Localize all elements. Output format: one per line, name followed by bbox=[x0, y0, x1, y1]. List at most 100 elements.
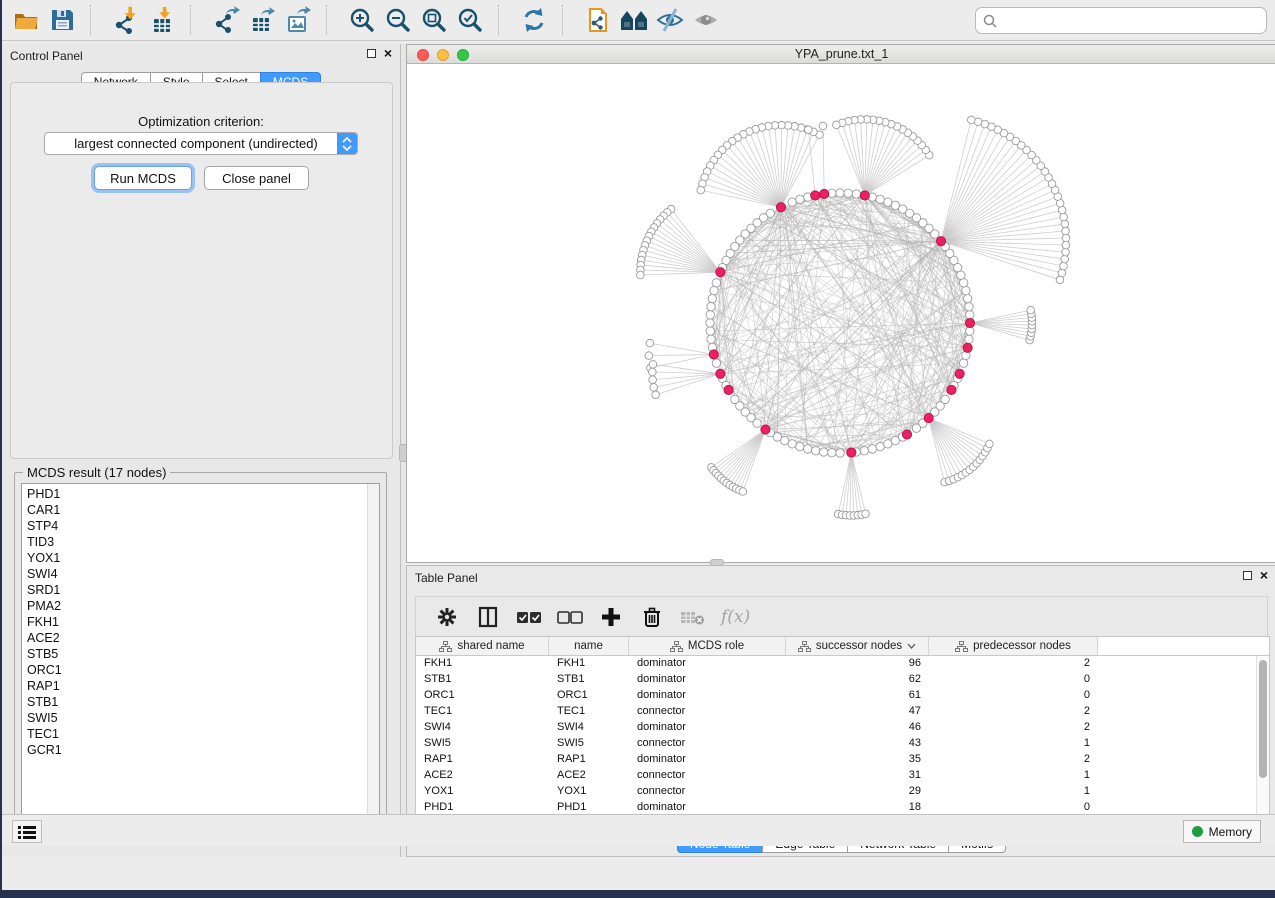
graph-node[interactable] bbox=[803, 445, 811, 453]
table-cell[interactable]: connector bbox=[629, 736, 786, 752]
export-table-icon[interactable] bbox=[244, 3, 280, 37]
graph-node[interactable] bbox=[844, 189, 852, 197]
graph-node[interactable] bbox=[941, 395, 949, 403]
table-scrollbar[interactable] bbox=[1256, 656, 1269, 827]
export-image-icon[interactable] bbox=[280, 3, 316, 37]
graph-hub-node[interactable] bbox=[820, 189, 829, 198]
graph-leaf-node[interactable] bbox=[833, 121, 841, 129]
window-zoom-icon[interactable] bbox=[457, 49, 469, 61]
mcds-result-item[interactable]: STB1 bbox=[22, 694, 367, 710]
table-cell[interactable]: 2 bbox=[929, 656, 1098, 672]
mcds-result-item[interactable]: PHD1 bbox=[22, 486, 367, 502]
graph-node[interactable] bbox=[860, 446, 868, 454]
import-table-from-file-icon[interactable] bbox=[144, 3, 180, 37]
delete-entry-icon[interactable] bbox=[639, 604, 665, 630]
zoom-out-icon[interactable] bbox=[380, 3, 416, 37]
graph-node[interactable] bbox=[706, 311, 714, 319]
close-panel-button[interactable]: Close panel bbox=[204, 166, 309, 190]
import-network-from-file-icon[interactable] bbox=[108, 3, 144, 37]
graph-leaf-node[interactable] bbox=[646, 339, 654, 347]
graph-hub-node[interactable] bbox=[776, 203, 785, 212]
table-cell[interactable]: SWI5 bbox=[549, 736, 629, 752]
graph-hub-node[interactable] bbox=[716, 268, 725, 277]
mcds-result-item[interactable]: SRD1 bbox=[22, 582, 367, 598]
table-cell[interactable]: 62 bbox=[786, 672, 929, 688]
table-cell[interactable]: dominator bbox=[629, 656, 786, 672]
table-row-FKH1[interactable]: FKH1FKH1dominator962 bbox=[416, 656, 1256, 672]
table-cell[interactable]: YOX1 bbox=[549, 784, 629, 800]
criterion-dropdown[interactable]: largest connected component (undirected) bbox=[44, 132, 358, 155]
graph-node[interactable] bbox=[706, 319, 714, 327]
mcds-result-item[interactable]: PMA2 bbox=[22, 598, 367, 614]
table-cell[interactable]: 43 bbox=[786, 736, 929, 752]
column-header-predecessor-nodes[interactable]: predecessor nodes bbox=[929, 637, 1098, 655]
table-cell[interactable]: ACE2 bbox=[416, 768, 549, 784]
column-header-MCDS-role[interactable]: MCDS role bbox=[629, 637, 786, 655]
graph-leaf-node[interactable] bbox=[862, 510, 870, 518]
graph-node[interactable] bbox=[959, 279, 967, 287]
table-cell[interactable]: 46 bbox=[786, 720, 929, 736]
graph-leaf-node[interactable] bbox=[649, 376, 657, 384]
float-panel-icon[interactable] bbox=[367, 49, 376, 58]
table-cell[interactable]: 0 bbox=[929, 672, 1098, 688]
network-canvas[interactable] bbox=[407, 64, 1275, 562]
mcds-result-list[interactable]: PHD1CAR1STP4TID3YOX1SWI4SRD1PMA2FKH1ACE2… bbox=[21, 483, 380, 832]
first-neighbors-icon[interactable] bbox=[616, 3, 652, 37]
graph-leaf-node[interactable] bbox=[819, 122, 827, 130]
network-graph[interactable] bbox=[407, 64, 1275, 562]
table-row-STB1[interactable]: STB1STB1dominator620 bbox=[416, 672, 1256, 688]
mcds-result-item[interactable]: GCR1 bbox=[22, 742, 367, 758]
graph-leaf-node[interactable] bbox=[650, 384, 658, 392]
deselect-all-icon[interactable] bbox=[557, 604, 583, 630]
graph-node[interactable] bbox=[710, 286, 718, 294]
table-cell[interactable]: 29 bbox=[786, 784, 929, 800]
table-row-ORC1[interactable]: ORC1ORC1dominator610 bbox=[416, 688, 1256, 704]
export-network-icon[interactable] bbox=[208, 3, 244, 37]
graph-leaf-node[interactable] bbox=[649, 368, 657, 376]
close-panel-icon[interactable]: × bbox=[1260, 570, 1268, 580]
graph-hub-node[interactable] bbox=[709, 350, 718, 359]
table-row-YOX1[interactable]: YOX1YOX1connector291 bbox=[416, 784, 1256, 800]
graph-node[interactable] bbox=[828, 449, 836, 457]
table-cell[interactable]: 96 bbox=[786, 656, 929, 672]
graph-node[interactable] bbox=[965, 303, 973, 311]
table-cell[interactable]: 0 bbox=[929, 688, 1098, 704]
table-cell[interactable]: SWI5 bbox=[416, 736, 549, 752]
graph-leaf-node[interactable] bbox=[986, 440, 994, 448]
search-input[interactable] bbox=[998, 11, 1266, 31]
graph-leaf-node[interactable] bbox=[967, 116, 975, 124]
mcds-list-scrollbar[interactable] bbox=[367, 484, 379, 831]
graph-node[interactable] bbox=[706, 327, 714, 335]
zoom-selected-icon[interactable] bbox=[452, 3, 488, 37]
zoom-in-icon[interactable] bbox=[344, 3, 380, 37]
graph-node[interactable] bbox=[852, 190, 860, 198]
network-window-titlebar[interactable]: YPA_prune.txt_1 bbox=[407, 45, 1275, 64]
table-row-TEC1[interactable]: TEC1TEC1connector472 bbox=[416, 704, 1256, 720]
table-cell[interactable]: RAP1 bbox=[549, 752, 629, 768]
table-cell[interactable]: dominator bbox=[629, 672, 786, 688]
graph-node[interactable] bbox=[707, 303, 715, 311]
graph-node[interactable] bbox=[962, 286, 970, 294]
select-all-icon[interactable] bbox=[516, 604, 542, 630]
table-cell[interactable]: STB1 bbox=[416, 672, 549, 688]
column-header-successor-nodes[interactable]: successor nodes bbox=[786, 637, 929, 655]
graph-node[interactable] bbox=[753, 419, 761, 427]
memory-button[interactable]: Memory bbox=[1183, 820, 1261, 843]
run-mcds-button[interactable]: Run MCDS bbox=[94, 166, 192, 190]
graph-leaf-node[interactable] bbox=[1061, 220, 1069, 228]
column-header-name[interactable]: name bbox=[549, 637, 629, 655]
mcds-result-item[interactable]: FKH1 bbox=[22, 614, 367, 630]
show-columns-icon[interactable] bbox=[475, 604, 501, 630]
graph-node[interactable] bbox=[966, 327, 974, 335]
graph-hub-node[interactable] bbox=[724, 385, 733, 394]
table-cell[interactable]: ORC1 bbox=[416, 688, 549, 704]
table-cell[interactable]: 2 bbox=[929, 752, 1098, 768]
table-cell[interactable]: 1 bbox=[929, 768, 1098, 784]
graph-leaf-node[interactable] bbox=[1061, 255, 1069, 263]
graph-hub-node[interactable] bbox=[924, 413, 933, 422]
table-cell[interactable]: 1 bbox=[929, 736, 1098, 752]
graph-hub-node[interactable] bbox=[936, 237, 945, 246]
table-cell[interactable]: 2 bbox=[929, 720, 1098, 736]
graph-hub-node[interactable] bbox=[860, 191, 869, 200]
mcds-result-item[interactable]: SWI5 bbox=[22, 710, 367, 726]
